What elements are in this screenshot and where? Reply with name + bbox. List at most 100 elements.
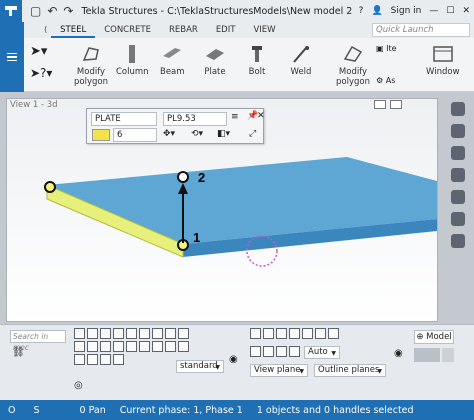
select-switch-8-icon[interactable] bbox=[165, 328, 176, 339]
minimize-button[interactable]: — bbox=[429, 6, 438, 16]
side-tool-4-icon[interactable] bbox=[451, 168, 465, 182]
select-switch-18-icon[interactable] bbox=[178, 341, 189, 352]
tekla-logo-icon[interactable] bbox=[0, 0, 22, 22]
snap-11-icon[interactable] bbox=[289, 346, 300, 357]
snap-8-icon[interactable] bbox=[250, 346, 261, 357]
snap-10-icon[interactable] bbox=[276, 346, 287, 357]
tab-steel[interactable]: STEEL bbox=[51, 22, 96, 38]
model-toggle-1[interactable] bbox=[414, 348, 440, 362]
column-icon bbox=[121, 44, 143, 64]
snap-magnet-icon[interactable]: ⛓ bbox=[12, 347, 25, 358]
user-icon[interactable]: 👤 bbox=[371, 6, 382, 16]
weld-button[interactable]: Weld bbox=[290, 44, 312, 77]
item-button[interactable]: ▣ Ite bbox=[376, 44, 397, 53]
snap-5-icon[interactable] bbox=[302, 328, 313, 339]
select-switch-5-icon[interactable] bbox=[126, 328, 137, 339]
status-phase: Current phase: 1, Phase 1 bbox=[119, 404, 243, 416]
select-switch-7-icon[interactable] bbox=[152, 328, 163, 339]
side-tool-3-icon[interactable] bbox=[451, 146, 465, 160]
snap-9-icon[interactable] bbox=[263, 346, 274, 357]
snap-4-icon[interactable] bbox=[289, 328, 300, 339]
selection-filter-dropdown[interactable]: standard bbox=[176, 360, 224, 373]
select-switch-12-icon[interactable] bbox=[100, 341, 111, 352]
plate-button[interactable]: Plate bbox=[204, 44, 226, 77]
plate-class-field[interactable]: 6 bbox=[113, 128, 157, 142]
select-switch-15-icon[interactable] bbox=[139, 341, 150, 352]
modify-polygon-button[interactable]: Modify polygon bbox=[74, 44, 108, 87]
tab-rebar[interactable]: REBAR bbox=[160, 22, 207, 38]
tab-concrete[interactable]: CONCRETE bbox=[95, 22, 160, 38]
select-switch-13-icon[interactable] bbox=[113, 341, 124, 352]
tab-scroll-icon[interactable]: ⟨ bbox=[40, 22, 51, 38]
bottom-search-input[interactable]: Search in moc bbox=[10, 330, 66, 352]
model-toggle-2[interactable] bbox=[442, 348, 454, 362]
save-icon[interactable]: ▢ bbox=[30, 4, 41, 18]
side-tool-5-icon[interactable] bbox=[451, 190, 465, 204]
bolt-button[interactable]: Bolt bbox=[246, 44, 268, 77]
maximize-button[interactable]: ☐ bbox=[446, 6, 454, 16]
help-icon[interactable]: ? bbox=[359, 6, 364, 16]
quick-launch-input[interactable]: Quick Launch bbox=[372, 23, 470, 37]
snap-2-icon[interactable] bbox=[263, 328, 274, 339]
select-switch-14-icon[interactable] bbox=[126, 341, 137, 352]
sign-in-link[interactable]: Sign in bbox=[391, 6, 422, 16]
window-button[interactable]: Window bbox=[426, 44, 460, 77]
plate-type-field[interactable]: PLATE bbox=[91, 112, 157, 126]
view-maximize-button[interactable] bbox=[390, 100, 402, 109]
snap-1-icon[interactable] bbox=[250, 328, 261, 339]
depth-icon[interactable]: ◧▾ bbox=[217, 129, 230, 139]
tab-edit[interactable]: EDIT bbox=[207, 22, 245, 38]
window-icon bbox=[432, 44, 454, 64]
select-switch-1-icon[interactable] bbox=[74, 328, 85, 339]
plate-profile-field[interactable]: PL9.53 bbox=[163, 112, 227, 126]
select-switch-17-icon[interactable] bbox=[165, 341, 176, 352]
side-tool-6-icon[interactable] bbox=[451, 212, 465, 226]
beam-button[interactable]: Beam bbox=[160, 44, 185, 77]
select-switch-10-icon[interactable] bbox=[74, 341, 85, 352]
select-help-icon[interactable]: ➤?▾ bbox=[30, 66, 52, 80]
side-tool-2-icon[interactable] bbox=[451, 124, 465, 138]
select-switch-9-icon[interactable] bbox=[178, 328, 189, 339]
undo-icon[interactable]: ↶ bbox=[47, 4, 57, 18]
dialog-close-icon[interactable]: ✕ bbox=[257, 111, 265, 121]
modify-polygon-2-button[interactable]: Modify polygon bbox=[336, 44, 370, 87]
side-tool-1-icon[interactable] bbox=[451, 102, 465, 116]
close-button[interactable]: ✕ bbox=[462, 6, 470, 16]
eye-icon-2[interactable]: ◉ bbox=[394, 348, 403, 359]
rotation-icon[interactable]: ⟲▾ bbox=[191, 129, 203, 139]
select-switch-11-icon[interactable] bbox=[87, 341, 98, 352]
snap-7-icon[interactable] bbox=[328, 328, 339, 339]
select-switch-20-icon[interactable] bbox=[87, 354, 98, 365]
handle-start[interactable] bbox=[44, 181, 56, 193]
position-icon[interactable]: ✥▾ bbox=[163, 129, 175, 139]
profile-menu-icon[interactable]: ≡ bbox=[231, 112, 239, 122]
column-button[interactable]: Column bbox=[116, 44, 149, 77]
select-switch-21-icon[interactable] bbox=[100, 354, 111, 365]
outline-planes-dropdown[interactable]: Outline planes bbox=[314, 364, 386, 377]
tab-spacer bbox=[24, 22, 40, 38]
file-menu-button[interactable] bbox=[0, 22, 24, 92]
view-plane-dropdown[interactable]: View plane bbox=[250, 364, 308, 377]
side-tool-7-icon[interactable] bbox=[451, 234, 465, 248]
snap-6-icon[interactable] bbox=[315, 328, 326, 339]
redo-icon[interactable]: ↷ bbox=[63, 4, 73, 18]
model-button[interactable]: ⊕ Model bbox=[414, 330, 454, 344]
select-switch-2-icon[interactable] bbox=[87, 328, 98, 339]
select-switch-4-icon[interactable] bbox=[113, 328, 124, 339]
select-switch-16-icon[interactable] bbox=[152, 341, 163, 352]
select-switch-6-icon[interactable] bbox=[139, 328, 150, 339]
view-minimize-button[interactable] bbox=[374, 100, 386, 109]
select-switch-3-icon[interactable] bbox=[100, 328, 111, 339]
eye-icon[interactable]: ◉ bbox=[229, 354, 238, 365]
global-icon[interactable]: ◎ bbox=[74, 380, 83, 391]
expand-icon[interactable]: ⤢ bbox=[249, 129, 256, 139]
class-color-swatch[interactable] bbox=[92, 129, 110, 141]
select-arrow-icon[interactable]: ➤▾ bbox=[30, 44, 47, 59]
snap-depth-dropdown[interactable]: Auto bbox=[304, 346, 340, 359]
tab-view[interactable]: VIEW bbox=[244, 22, 284, 38]
snap-3-icon[interactable] bbox=[276, 328, 287, 339]
select-switch-19-icon[interactable] bbox=[74, 354, 85, 365]
arrow-target-point[interactable] bbox=[177, 171, 189, 183]
select-switch-22-icon[interactable] bbox=[113, 354, 124, 365]
assembly-button[interactable]: ⚙ As bbox=[376, 76, 395, 85]
